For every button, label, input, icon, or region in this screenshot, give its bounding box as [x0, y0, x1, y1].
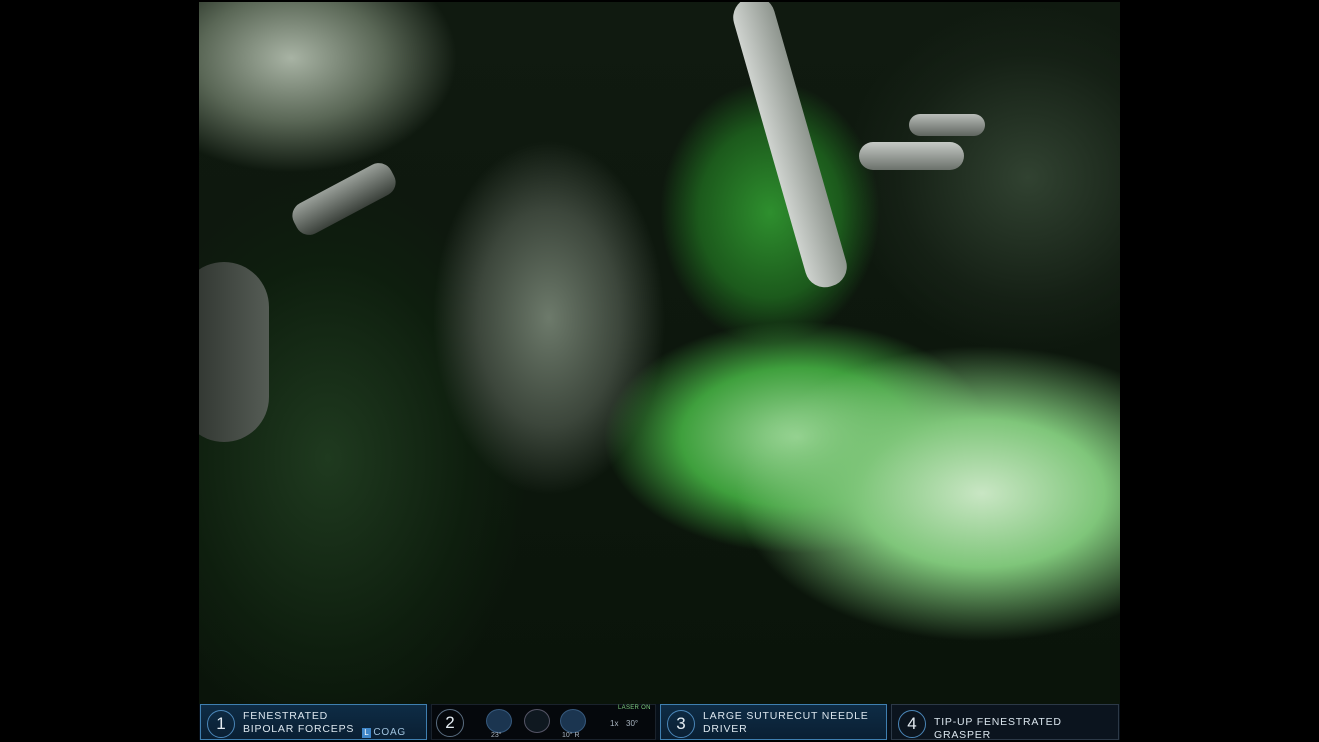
energy-mode-badge: L COAG	[362, 727, 406, 738]
arm-number: 4	[898, 710, 926, 738]
forceps-tip	[287, 158, 401, 240]
endoscope-video-feed	[199, 2, 1120, 704]
zoom-level: 1x	[610, 719, 619, 728]
instrument-status-bar: 1 FENESTRATED BIPOLAR FORCEPS L COAG 2 LA…	[199, 704, 1120, 742]
camera-panel[interactable]: 2 LASER ON 23° 10° R 1x 30°	[431, 704, 656, 740]
scope-tilt-icon	[486, 709, 512, 733]
instrument-name: TIP-UP FENESTRATED GRASPER	[934, 716, 1118, 742]
instrument-name-line2: DRIVER	[703, 723, 748, 735]
scope-angle: 30°	[626, 719, 639, 728]
scope-angle-left: 23°	[491, 732, 502, 739]
instrument-shaft	[199, 262, 269, 442]
camera-orientation-icon	[524, 709, 550, 733]
laser-status: LASER ON	[618, 705, 651, 711]
energy-letter: L	[362, 728, 372, 738]
arm-number: 1	[207, 710, 235, 738]
instrument-name-line1: TIP-UP FENESTRATED GRASPER	[934, 716, 1062, 741]
arm-number: 2	[436, 709, 464, 737]
instrument-shaft	[728, 2, 852, 292]
arm-1-panel[interactable]: 1 FENESTRATED BIPOLAR FORCEPS L COAG	[200, 704, 427, 740]
arm-3-panel[interactable]: 3 LARGE SUTURECUT NEEDLE DRIVER	[660, 704, 887, 740]
scope-angle-right: 10° R	[562, 732, 580, 739]
energy-mode: COAG	[373, 727, 406, 738]
instrument-name-line1: LARGE SUTURECUT NEEDLE	[703, 710, 869, 722]
grasper-tip	[859, 142, 964, 170]
scope-rotation-icon	[560, 709, 586, 733]
arm-4-panel[interactable]: 4 TIP-UP FENESTRATED GRASPER	[891, 704, 1119, 742]
instrument-name: FENESTRATED BIPOLAR FORCEPS	[243, 710, 354, 736]
instrument-name: LARGE SUTURECUT NEEDLE DRIVER	[703, 710, 869, 736]
grasper-tip	[909, 114, 985, 136]
arm-number: 3	[667, 710, 695, 738]
instrument-name-line1: FENESTRATED	[243, 710, 329, 722]
instrument-name-line2: BIPOLAR FORCEPS	[243, 723, 355, 735]
